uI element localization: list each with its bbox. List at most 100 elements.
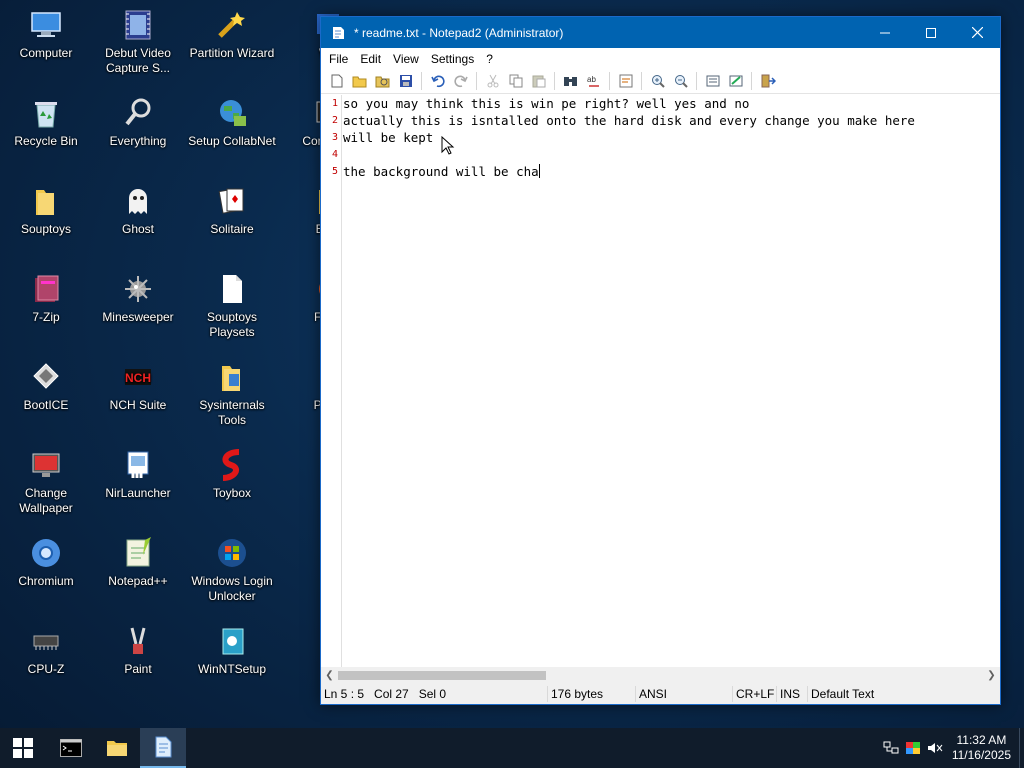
menu-view[interactable]: View [387, 52, 425, 66]
desktop-icon-label: Souptoys [20, 222, 72, 236]
save-button[interactable] [394, 70, 417, 92]
new-icon [331, 74, 342, 88]
scroll-thumb[interactable] [338, 671, 546, 680]
desktop-icon-setup-collabnet[interactable]: Setup CollabNet [186, 96, 278, 149]
copy-button[interactable] [504, 70, 527, 92]
desktop-icon-souptoys[interactable]: Souptoys [0, 184, 92, 237]
tray-network[interactable] [880, 741, 902, 755]
menu-settings[interactable]: Settings [425, 52, 480, 66]
undo-button[interactable] [426, 70, 449, 92]
desktop-icon-minesweeper[interactable]: Minesweeper [92, 272, 184, 325]
archive-icon [35, 275, 59, 302]
svg-text:ab: ab [587, 75, 596, 84]
menu-edit[interactable]: Edit [354, 52, 387, 66]
customize-button[interactable] [724, 70, 747, 92]
system-tray: 11:32 AM 11/16/2025 [880, 728, 1024, 768]
paste-button[interactable] [527, 70, 550, 92]
text-line[interactable]: so you may think this is win pe right? w… [343, 95, 1000, 112]
minimize-button[interactable] [862, 17, 908, 48]
menu-help[interactable]: ? [480, 52, 499, 66]
desktop-icon-chromium[interactable]: Chromium [0, 536, 92, 589]
zoom-out-button[interactable] [669, 70, 692, 92]
partition-wizard-icon [218, 12, 245, 38]
desktop-icon-label: Computer [19, 46, 73, 60]
mouse-cursor-icon [441, 136, 455, 155]
desktop-icon-souptoys-playsets[interactable]: Souptoys Playsets [186, 272, 278, 340]
desktop-icon-windows-login-unlocker[interactable]: Windows Login Unlocker [186, 536, 278, 604]
chromium-icon [32, 539, 60, 567]
computer-icon [31, 12, 61, 37]
scroll-track[interactable] [338, 667, 983, 684]
recycle-bin-icon [35, 102, 57, 128]
desktop-icon-everything[interactable]: Everything [92, 96, 184, 149]
wordwrap-button[interactable] [614, 70, 637, 92]
menu-file[interactable]: File [323, 52, 354, 66]
taskbar-file-explorer[interactable] [94, 728, 140, 768]
desktop-icon-bootice[interactable]: BootICE [0, 360, 92, 413]
desktop-icon-cpuz[interactable]: CPU-Z [0, 624, 92, 677]
desktop-icon-change-wallpaper[interactable]: Change Wallpaper [0, 448, 92, 516]
scroll-right-button[interactable]: ❯ [983, 667, 1000, 684]
display-icon [905, 742, 920, 754]
cut-button[interactable] [481, 70, 504, 92]
text-line[interactable]: actually this is isntalled onto the hard… [343, 112, 1000, 129]
toolbar-separator [641, 72, 642, 90]
tray-volume[interactable] [924, 741, 946, 755]
search-magnifier-icon [125, 98, 151, 126]
new-button[interactable] [325, 70, 348, 92]
notepad2-window[interactable]: * readme.txt - Notepad2 (Administrator) … [320, 16, 1001, 705]
close-button[interactable] [954, 17, 1000, 48]
show-desktop-button[interactable] [1019, 728, 1024, 768]
redo-button[interactable] [449, 70, 472, 92]
notepadpp-icon [126, 537, 151, 567]
minimize-icon [880, 32, 890, 33]
desktop-icon-label: Recycle Bin [14, 134, 78, 148]
desktop-icon-sysinternals[interactable]: Sysinternals Tools [186, 360, 278, 428]
taskbar-notepad2[interactable] [140, 728, 186, 768]
scroll-left-button[interactable]: ❮ [321, 667, 338, 684]
zoom-in-button[interactable] [646, 70, 669, 92]
desktop-icon-label: BootICE [23, 398, 69, 412]
desktop-icon-solitaire[interactable]: Solitaire [186, 184, 278, 237]
tray-display[interactable] [902, 741, 924, 755]
title-bar[interactable]: * readme.txt - Notepad2 (Administrator) [321, 17, 1000, 48]
toolbar-separator [751, 72, 752, 90]
desktop-icon-winntsetup[interactable]: WinNTSetup [186, 624, 278, 677]
desktop-icon-nch-suite[interactable]: NCH NCH Suite [92, 360, 184, 413]
line-number-gutter: 1 2 3 4 5 [321, 95, 342, 667]
horizontal-scrollbar[interactable]: ❮ ❯ [321, 667, 1000, 684]
desktop-icon-ghost[interactable]: Ghost [92, 184, 184, 237]
clock-date: 11/16/2025 [951, 748, 1011, 762]
desktop-icon-computer[interactable]: Computer [0, 8, 92, 61]
open-button[interactable] [348, 70, 371, 92]
desktop-icon-debut[interactable]: Debut Video Capture S... [92, 8, 184, 76]
start-button[interactable] [0, 728, 46, 768]
desktop-icon-recycle-bin[interactable]: Recycle Bin [0, 96, 92, 149]
undo-icon [430, 75, 445, 88]
setup-icon [222, 628, 244, 655]
editor-area[interactable]: 1 2 3 4 5 so you may think this is win p… [321, 95, 1000, 667]
scheme-button[interactable] [701, 70, 724, 92]
desktop-icon-notepadpp[interactable]: Notepad++ [92, 536, 184, 589]
text-line-current[interactable]: the background will be cha [343, 163, 1000, 180]
window-title: * readme.txt - Notepad2 (Administrator) [354, 25, 564, 40]
exit-button[interactable] [756, 70, 779, 92]
desktop-icon-7zip[interactable]: 7-Zip [0, 272, 92, 325]
desktop-icon-toybox[interactable]: Toybox [186, 448, 278, 501]
taskbar-cmd[interactable] [48, 728, 94, 768]
maximize-button[interactable] [908, 17, 954, 48]
desktop-icon-partition-wizard[interactable]: Partition Wizard [186, 8, 278, 61]
desktop-icon-paint[interactable]: Paint [92, 624, 184, 677]
wordwrap-icon [619, 74, 632, 88]
text-content[interactable]: so you may think this is win pe right? w… [342, 95, 1000, 667]
browse-button[interactable] [371, 70, 394, 92]
line-number: 2 [331, 115, 338, 126]
toolbar-separator [609, 72, 610, 90]
document-icon [223, 275, 242, 303]
taskbar-clock[interactable]: 11:32 AM 11/16/2025 [946, 733, 1019, 763]
replace-button[interactable]: ab [582, 70, 605, 92]
desktop-icon-label: CPU-Z [27, 662, 65, 676]
desktop-icon-nirlauncher[interactable]: NirLauncher [92, 448, 184, 501]
find-button[interactable] [559, 70, 582, 92]
open-icon [352, 76, 366, 88]
